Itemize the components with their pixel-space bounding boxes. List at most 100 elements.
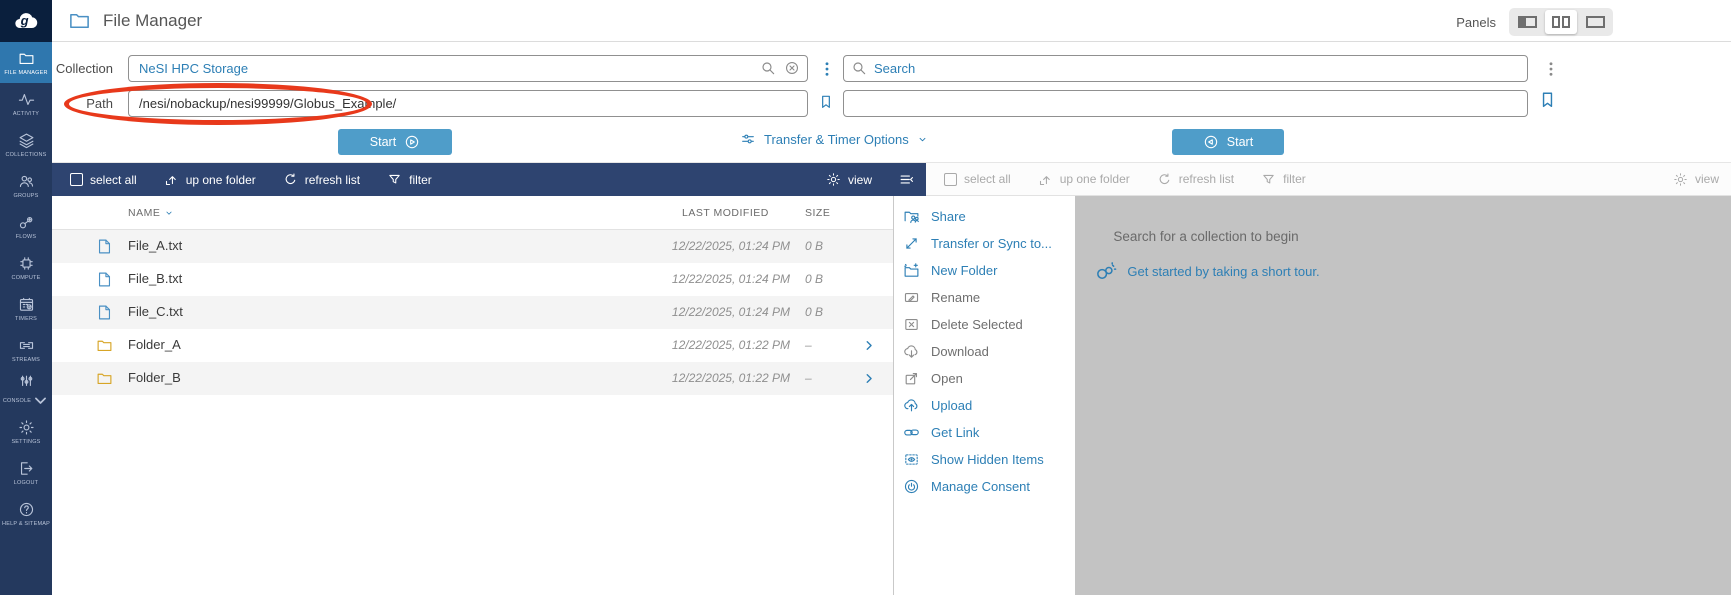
panel-mode-dual-button[interactable] bbox=[1545, 10, 1577, 34]
source-bookmark-button[interactable] bbox=[818, 91, 834, 113]
list-column-header: NAME LAST MODIFIED SIZE bbox=[52, 196, 893, 230]
menu-item-label: Transfer or Sync to... bbox=[931, 236, 1052, 251]
sidebar-item[interactable]: COMPUTE bbox=[0, 247, 52, 288]
up-one-folder-button[interactable]: up one folder bbox=[1038, 172, 1130, 187]
menu-item-label: Download bbox=[931, 344, 989, 359]
help-icon bbox=[18, 501, 35, 518]
file-row[interactable]: File_C.txt 12/22/2025, 01:24 PM 0 B bbox=[52, 296, 893, 329]
eye-icon bbox=[903, 451, 920, 468]
sidebar-item-label: ACTIVITY bbox=[13, 111, 39, 117]
filter-button[interactable]: filter bbox=[1261, 172, 1306, 187]
tour-link[interactable]: Get started by taking a short tour. bbox=[1127, 264, 1319, 279]
menu-item[interactable]: Download bbox=[894, 338, 1075, 365]
dest-collection-menu-button[interactable] bbox=[1542, 56, 1560, 83]
file-name: Folder_A bbox=[128, 337, 181, 352]
sidebar-item-label: SETTINGS bbox=[11, 439, 40, 445]
file-name: File_C.txt bbox=[128, 304, 183, 319]
dest-collection-search-input[interactable] bbox=[843, 55, 1528, 82]
flows-icon bbox=[18, 214, 35, 231]
sidebar-item-label: LOGOUT bbox=[14, 480, 38, 486]
path-label: Path bbox=[52, 96, 113, 111]
menu-item-label: Manage Consent bbox=[931, 479, 1030, 494]
dots-vertical-icon bbox=[1542, 56, 1560, 82]
sidebar-item[interactable]: SETTINGS bbox=[0, 411, 52, 452]
sidebar-item[interactable]: CONSOLE bbox=[0, 370, 52, 411]
folder-icon bbox=[96, 336, 113, 355]
bookmark-icon bbox=[818, 91, 834, 113]
file-size: 0 B bbox=[805, 239, 823, 253]
collection-label: Collection bbox=[52, 61, 113, 76]
sidebar-item[interactable]: COLLECTIONS bbox=[0, 124, 52, 165]
panel-dual-icon bbox=[1552, 16, 1570, 28]
transfer-timer-options[interactable]: Transfer & Timer Options bbox=[740, 131, 928, 147]
menu-item[interactable]: Rename bbox=[894, 284, 1075, 311]
menu-item[interactable]: Delete Selected bbox=[894, 311, 1075, 338]
source-path-input[interactable] bbox=[128, 90, 808, 117]
column-last-modified[interactable]: LAST MODIFIED bbox=[682, 207, 769, 219]
view-button[interactable]: view bbox=[826, 172, 872, 187]
file-row[interactable]: File_A.txt 12/22/2025, 01:24 PM 0 B bbox=[52, 230, 893, 263]
file-size: – bbox=[805, 338, 812, 352]
file-row[interactable]: File_B.txt 12/22/2025, 01:24 PM 0 B bbox=[52, 263, 893, 296]
refresh-list-button[interactable]: refresh list bbox=[283, 172, 360, 187]
dest-bookmark-button[interactable] bbox=[1538, 87, 1557, 113]
column-size[interactable]: SIZE bbox=[805, 207, 830, 219]
select-all-checkbox[interactable]: select all bbox=[944, 172, 1011, 186]
menu-item[interactable]: Share bbox=[894, 203, 1075, 230]
gear-icon bbox=[1673, 172, 1688, 187]
clear-icon[interactable] bbox=[784, 60, 800, 76]
source-collection-menu-button[interactable] bbox=[818, 56, 836, 83]
sidebar-item[interactable]: GROUPS bbox=[0, 165, 52, 206]
sidebar-item[interactable]: TIMERS bbox=[0, 288, 52, 329]
gear-icon bbox=[18, 419, 35, 436]
source-collection-input[interactable] bbox=[128, 55, 808, 82]
globus-logo[interactable] bbox=[0, 0, 52, 42]
transfer-timer-options-label: Transfer & Timer Options bbox=[764, 132, 909, 147]
panel-mode-single-button[interactable] bbox=[1579, 10, 1611, 34]
sidebar-item[interactable]: HELP & SITEMAP bbox=[0, 493, 52, 534]
page-title: File Manager bbox=[103, 0, 202, 41]
file-modified: 12/22/2025, 01:24 PM bbox=[622, 239, 790, 253]
sidebar-item-label: FLOWS bbox=[16, 234, 37, 240]
file-size: 0 B bbox=[805, 272, 823, 286]
filter-button[interactable]: filter bbox=[387, 172, 432, 187]
panel-mode-left-expanded-button[interactable] bbox=[1511, 10, 1543, 34]
view-button[interactable]: view bbox=[1673, 172, 1719, 187]
dest-start-button[interactable]: Start bbox=[1172, 129, 1284, 155]
sidebar-item[interactable]: FILE MANAGER bbox=[0, 42, 52, 83]
column-name[interactable]: NAME bbox=[128, 207, 174, 219]
menu-item-label: Upload bbox=[931, 398, 972, 413]
sidebar-item[interactable]: STREAMS bbox=[0, 329, 52, 370]
search-icon bbox=[851, 60, 867, 76]
activity-icon bbox=[18, 91, 35, 108]
tour-icon bbox=[1092, 260, 1119, 283]
menu-item[interactable]: Open bbox=[894, 365, 1075, 392]
refresh-list-button[interactable]: refresh list bbox=[1157, 172, 1234, 187]
menu-item[interactable]: New Folder bbox=[894, 257, 1075, 284]
sidebar-item[interactable]: FLOWS bbox=[0, 206, 52, 247]
dest-path-input[interactable] bbox=[843, 90, 1528, 117]
up-one-folder-button[interactable]: up one folder bbox=[164, 172, 256, 187]
chevron-right-icon[interactable] bbox=[862, 338, 876, 353]
source-start-button[interactable]: Start bbox=[338, 129, 452, 155]
menu-item[interactable]: Get Link bbox=[894, 419, 1075, 446]
file-list: NAME LAST MODIFIED SIZE File_A.txt 12/22… bbox=[52, 196, 893, 595]
sidebar-item[interactable]: ACTIVITY bbox=[0, 83, 52, 124]
filter-icon bbox=[387, 172, 402, 187]
file-row[interactable]: Folder_B 12/22/2025, 01:22 PM – bbox=[52, 362, 893, 395]
dots-vertical-icon bbox=[818, 56, 836, 82]
play-circle-icon bbox=[404, 134, 420, 150]
folder-icon bbox=[96, 369, 113, 388]
select-all-checkbox[interactable]: select all bbox=[70, 173, 137, 187]
chevron-right-icon[interactable] bbox=[862, 371, 876, 386]
sidebar-item[interactable]: LOGOUT bbox=[0, 452, 52, 493]
refresh-icon bbox=[283, 172, 298, 187]
menu-item[interactable]: Upload bbox=[894, 392, 1075, 419]
menu-item[interactable]: Show Hidden Items bbox=[894, 446, 1075, 473]
search-icon[interactable] bbox=[760, 60, 776, 76]
menu-item[interactable]: Manage Consent bbox=[894, 473, 1075, 500]
filter-icon bbox=[1261, 172, 1276, 187]
file-row[interactable]: Folder_A 12/22/2025, 01:22 PM – bbox=[52, 329, 893, 362]
menu-item[interactable]: Transfer or Sync to... bbox=[894, 230, 1075, 257]
collapse-menu-button[interactable] bbox=[899, 172, 914, 187]
